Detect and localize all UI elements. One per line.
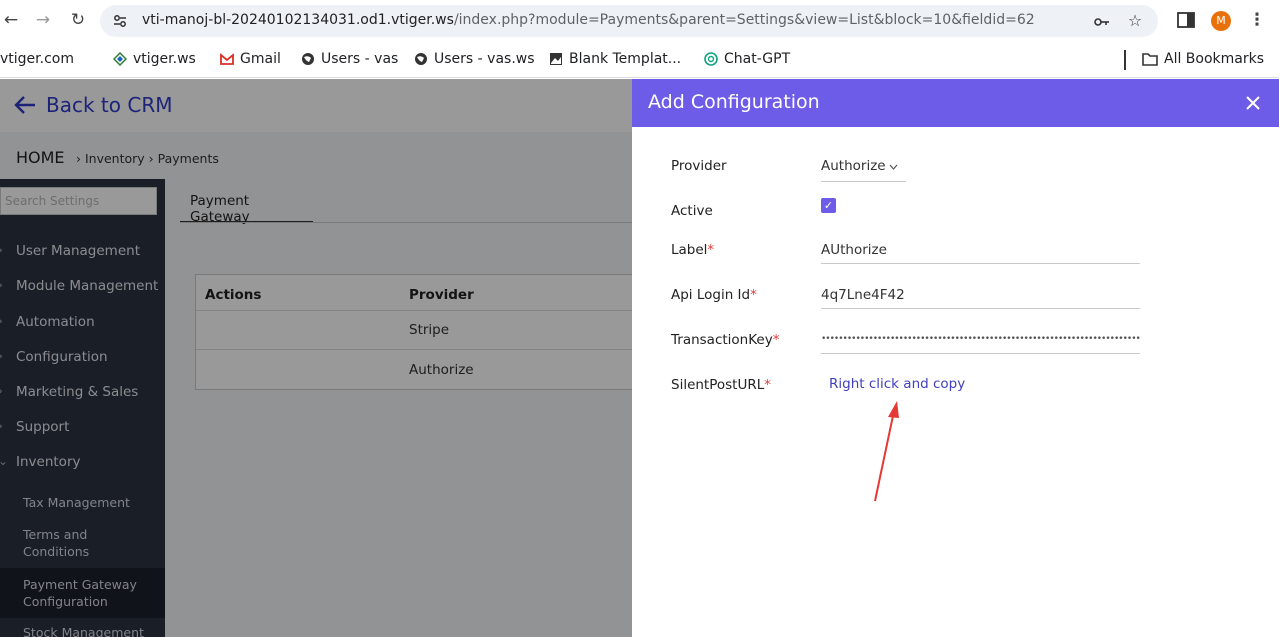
- bookmarks-bar: vtiger.com vtiger.ws Gmail Users - vas U…: [0, 42, 1279, 78]
- annotation-arrow-icon: [874, 401, 899, 502]
- label-input[interactable]: AUthorize: [821, 238, 1140, 264]
- star-icon[interactable]: ☆: [1126, 12, 1144, 30]
- browser-toolbar: ← → ↻ vti-manoj-bl-20240102134031.od1.vt…: [0, 0, 1279, 42]
- vtiger-logo-icon: [113, 52, 127, 66]
- globe-icon: [302, 53, 314, 65]
- close-icon[interactable]: [1242, 92, 1264, 114]
- bookmark-gmail[interactable]: Gmail: [220, 50, 281, 68]
- forward-arrow-icon[interactable]: →: [32, 9, 54, 31]
- bookmark-blank-template[interactable]: Blank Templat...: [549, 50, 681, 68]
- panel-title: Add Configuration: [648, 91, 820, 113]
- silent-post-url-link[interactable]: Right click and copy: [829, 376, 965, 392]
- image-icon: [550, 53, 562, 65]
- bookmark-vtiger-com[interactable]: vtiger.com: [0, 50, 74, 68]
- site-info-icon[interactable]: [112, 13, 128, 29]
- bookmark-vtiger-ws[interactable]: vtiger.ws: [113, 50, 196, 68]
- api-login-id-label: Api Login Id*: [671, 287, 757, 303]
- password-mask: ••••••••••••••••••••••••••••••••••••••••…: [821, 336, 1140, 342]
- key-icon[interactable]: [1093, 13, 1111, 31]
- bookmark-chat-gpt[interactable]: Chat-GPT: [704, 50, 790, 68]
- bookmark-divider: [1124, 50, 1126, 70]
- transaction-key-label: TransactionKey*: [671, 332, 780, 348]
- silent-post-url-label: SilentPostURL*: [671, 377, 772, 393]
- chevron-down-icon: [889, 164, 898, 170]
- address-bar[interactable]: vti-manoj-bl-20240102134031.od1.vtiger.w…: [100, 5, 1158, 37]
- globe-icon: [415, 53, 427, 65]
- folder-icon: [1142, 53, 1158, 66]
- transaction-key-input[interactable]: ••••••••••••••••••••••••••••••••••••••••…: [821, 328, 1140, 354]
- avatar[interactable]: M: [1211, 11, 1231, 31]
- bookmark-users-vas[interactable]: Users - vas: [301, 50, 398, 68]
- bookmark-users-vas-ws[interactable]: Users - vas.ws: [414, 50, 535, 68]
- gmail-icon: [220, 53, 234, 65]
- url-host: vti-manoj-bl-20240102134031.od1.vtiger.w…: [142, 12, 454, 28]
- url-path: /index.php?module=Payments&parent=Settin…: [453, 12, 1035, 28]
- menu-kebab-icon[interactable]: ⋮: [1246, 9, 1268, 31]
- api-login-id-input[interactable]: 4q7Lne4F42: [821, 283, 1140, 309]
- side-panel-icon[interactable]: [1176, 10, 1196, 30]
- provider-select[interactable]: Authorize: [821, 154, 906, 182]
- provider-label: Provider: [671, 158, 727, 174]
- all-bookmarks[interactable]: All Bookmarks: [1142, 50, 1264, 68]
- url-text: vti-manoj-bl-20240102134031.od1.vtiger.w…: [142, 12, 1035, 28]
- active-checkbox[interactable]: ✓: [821, 198, 836, 213]
- modal-backdrop[interactable]: [0, 79, 632, 637]
- reload-icon[interactable]: ↻: [67, 9, 89, 31]
- add-configuration-panel: Add Configuration Provider Authorize Act…: [632, 79, 1279, 637]
- panel-header: Add Configuration: [632, 79, 1279, 127]
- chatgpt-icon: [704, 52, 718, 66]
- back-arrow-icon[interactable]: ←: [0, 9, 22, 31]
- active-label: Active: [671, 203, 713, 219]
- label-field-label: Label*: [671, 242, 715, 258]
